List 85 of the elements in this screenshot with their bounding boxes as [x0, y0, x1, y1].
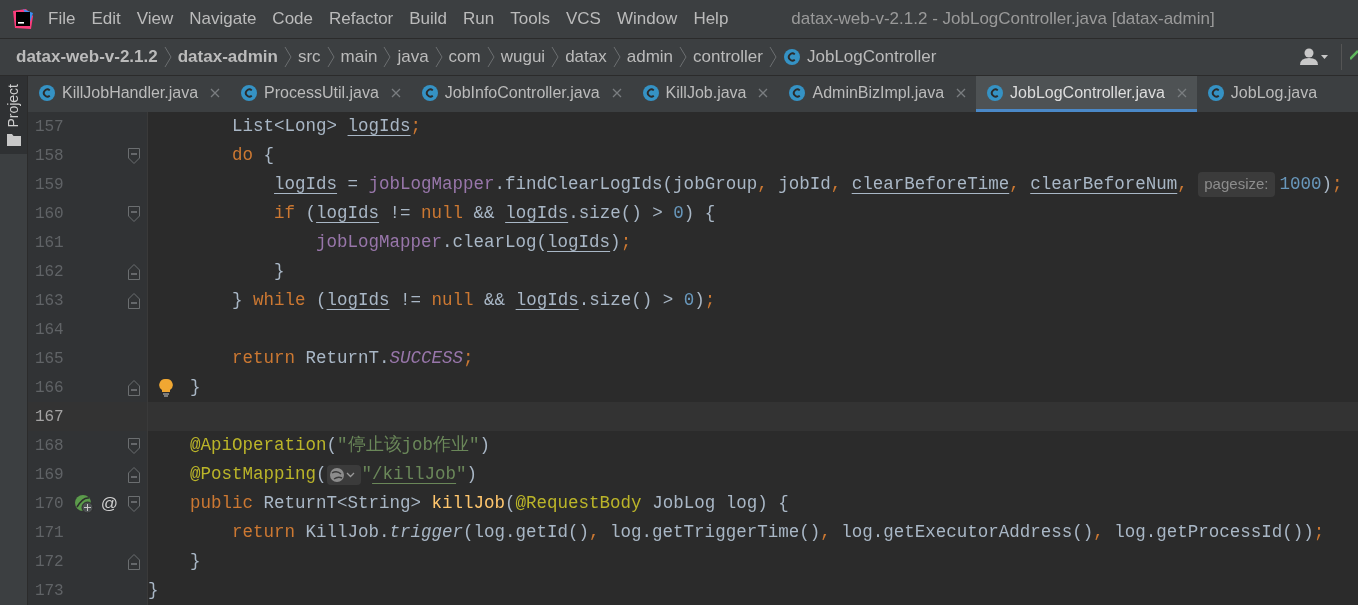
chevron-icon: [283, 46, 292, 68]
code-text: return KillJob.trigger(log.getId(), log.getTriggerTime(), log.getExecutorAddress(), log.getProcessId());: [232, 521, 1325, 545]
fold-marker-icon[interactable]: [128, 205, 141, 222]
file-tab[interactable]: KillJob.java: [631, 76, 779, 112]
code-text: jobLogMapper.clearLog(logIds);: [316, 231, 632, 255]
line-number: 167: [33, 406, 64, 428]
chevron-icon: [326, 46, 335, 68]
file-tab[interactable]: JobLog.java: [1196, 76, 1326, 112]
breadcrumb-item[interactable]: com: [448, 44, 481, 70]
menu-item[interactable]: View: [128, 4, 182, 34]
code-text: 1000);: [1279, 173, 1343, 197]
breadcrumb-item[interactable]: src: [297, 44, 321, 70]
breadcrumb-item[interactable]: controller: [693, 44, 763, 70]
menu-item[interactable]: Edit: [83, 4, 129, 34]
file-tab[interactable]: AdminBizImpl.java: [778, 76, 977, 112]
breadcrumb-item[interactable]: datax: [565, 44, 607, 70]
code-text: } while (logIds != null && logIds.size() > 0);: [232, 289, 716, 313]
chevron-icon: [612, 46, 621, 68]
fold-marker-icon[interactable]: [128, 466, 141, 483]
lightbulb-icon[interactable]: [158, 378, 174, 398]
class-icon: [782, 48, 801, 66]
breadcrumb-item[interactable]: datax-web-v-2.1.2: [16, 44, 158, 70]
menu-item[interactable]: Build: [401, 4, 456, 34]
chevron-icon: [383, 46, 392, 68]
code-text: if (logIds != null && logIds.size() > 0) {: [274, 202, 716, 226]
code-text: }: [190, 376, 201, 400]
file-tab[interactable]: ProcessUtil.java: [230, 76, 411, 112]
menu-item[interactable]: Refactor: [321, 4, 402, 34]
code-text: "/killJob"): [361, 463, 478, 487]
class-icon: [1206, 83, 1225, 102]
fold-marker-icon[interactable]: [128, 553, 141, 570]
menu-item[interactable]: Window: [608, 4, 686, 34]
breadcrumb-item[interactable]: wugui: [500, 44, 546, 70]
menu-item[interactable]: Tools: [502, 4, 558, 34]
menu-item[interactable]: File: [40, 4, 84, 34]
class-icon: [788, 83, 807, 102]
fold-marker-icon[interactable]: [128, 147, 141, 164]
class-icon: [420, 83, 439, 102]
menu-item[interactable]: Help: [685, 4, 737, 34]
code-text: public ReturnT<String> killJob(@RequestBody JobLog log) {: [190, 492, 789, 516]
fold-marker-icon[interactable]: [128, 379, 141, 396]
chevron-icon: [163, 46, 172, 68]
fold-marker-icon[interactable]: [128, 437, 141, 454]
breadcrumb-item[interactable]: main: [340, 44, 378, 70]
menu-item[interactable]: Code: [264, 4, 321, 34]
breadcrumb-item[interactable]: admin: [626, 44, 674, 70]
file-tab[interactable]: KillJobHandler.java: [28, 76, 231, 112]
user-dropdown-icon[interactable]: [1297, 47, 1329, 67]
code-text: List<Long> logIds;: [232, 115, 422, 139]
chevron-icon: [486, 46, 495, 68]
file-tab[interactable]: JobInfoController.java: [410, 76, 632, 112]
breadcrumb-item[interactable]: datax-admin: [177, 44, 278, 70]
window-title: datax-web-v-2.1.2 - JobLogController.java [datax-admin]: [791, 8, 1215, 31]
code-text: }: [274, 260, 285, 284]
file-tab[interactable]: JobLogController.java: [976, 76, 1197, 112]
folder-icon: [6, 133, 21, 146]
menu-item[interactable]: VCS: [557, 4, 609, 34]
chevron-icon: [768, 46, 777, 68]
annotation-marker[interactable]: @: [100, 490, 118, 517]
menu-item[interactable]: Navigate: [181, 4, 265, 34]
class-icon: [641, 83, 660, 102]
fold-marker-icon[interactable]: [128, 292, 141, 309]
code-text: do {: [232, 144, 275, 168]
project-tool-tab[interactable]: Project: [0, 76, 27, 154]
bean-globe-icon[interactable]: [73, 493, 94, 514]
code-text: @PostMapping(: [190, 463, 327, 487]
chevron-icon: [551, 46, 560, 68]
fold-marker-icon[interactable]: [128, 263, 141, 280]
fold-marker-icon[interactable]: [128, 495, 141, 512]
breadcrumb-item[interactable]: java: [397, 44, 429, 70]
chevron-icon: [434, 46, 443, 68]
chevron-icon: [679, 46, 688, 68]
code-text: @ApiOperation("停止该job作业"): [190, 434, 491, 458]
app-logo-icon: [12, 8, 34, 30]
globe-dropdown-icon[interactable]: [326, 464, 361, 485]
code-text: }: [190, 550, 201, 574]
code-text: }: [148, 579, 159, 603]
class-icon: [986, 83, 1005, 102]
breadcrumb-item[interactable]: JobLogController: [806, 44, 937, 70]
code-text: logIds = jobLogMapper.findClearLogIds(jobGroup, jobId, clearBeforeTime, clearBeforeNum,: [274, 173, 1189, 197]
class-icon: [38, 83, 56, 102]
parameter-hint: pagesize:: [1198, 172, 1275, 197]
class-icon: [240, 83, 259, 102]
code-text: return ReturnT.SUCCESS;: [232, 347, 474, 371]
menu-item[interactable]: Run: [455, 4, 503, 34]
